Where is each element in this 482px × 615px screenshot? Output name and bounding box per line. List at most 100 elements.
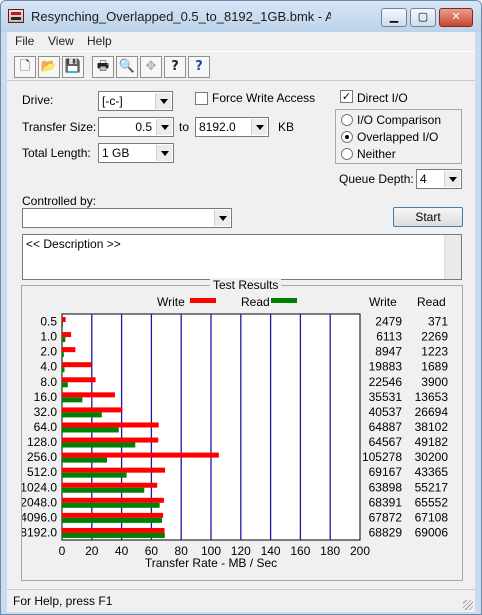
x-tick-label: 40 bbox=[115, 544, 129, 558]
legend-read-label: Read bbox=[241, 295, 270, 309]
write-bar bbox=[62, 332, 72, 338]
force-write-checkbox[interactable] bbox=[195, 92, 208, 105]
transfer-size-from-select[interactable]: 0.5 bbox=[98, 117, 174, 137]
x-tick-label: 180 bbox=[320, 544, 340, 558]
write-value-label: 63898 bbox=[369, 480, 403, 494]
y-tick-label: 4.0 bbox=[40, 360, 57, 374]
write-bar bbox=[62, 512, 164, 518]
controlled-by-dropdown-arrow-icon[interactable] bbox=[214, 210, 230, 226]
io-comparison-radio[interactable] bbox=[341, 114, 353, 126]
legend-write-label: Write bbox=[157, 295, 185, 309]
menu-help[interactable]: Help bbox=[87, 34, 112, 48]
save-icon[interactable]: 💾 bbox=[62, 56, 84, 78]
title-bar[interactable]: Resynching_Overlapped_0.5_to_8192_1GB.bm… bbox=[1, 1, 481, 32]
write-bar bbox=[62, 452, 219, 458]
write-value-label: 69167 bbox=[369, 465, 403, 479]
total-length-select[interactable]: 1 GB bbox=[98, 143, 174, 163]
queue-depth-label: Queue Depth: bbox=[339, 172, 414, 186]
description-text: << Description >> bbox=[26, 237, 121, 251]
read-bar bbox=[62, 412, 102, 418]
atto-app-icon[interactable] bbox=[8, 9, 24, 23]
write-bar bbox=[62, 347, 76, 353]
write-bar bbox=[62, 467, 166, 473]
print-preview-icon[interactable]: 🔍 bbox=[116, 56, 138, 78]
write-value-label: 2479 bbox=[375, 315, 402, 329]
write-bar bbox=[62, 407, 123, 413]
read-bar bbox=[62, 352, 64, 358]
read-value-label: 13653 bbox=[415, 390, 449, 404]
write-bar bbox=[62, 377, 96, 383]
read-bar bbox=[62, 382, 68, 388]
description-box[interactable]: << Description >> bbox=[22, 234, 462, 280]
drive-dropdown-arrow-icon[interactable] bbox=[155, 93, 171, 109]
total-length-label: Total Length: bbox=[22, 146, 91, 160]
x-tick-label: 20 bbox=[85, 544, 99, 558]
description-scrollbar[interactable] bbox=[444, 235, 461, 279]
read-value-label: 43365 bbox=[415, 465, 449, 479]
close-button[interactable]: ✕ bbox=[439, 8, 473, 27]
read-value-label: 2269 bbox=[421, 330, 448, 344]
transfer-to-dropdown-arrow-icon[interactable] bbox=[251, 119, 267, 135]
write-bar bbox=[62, 422, 159, 428]
read-bar bbox=[62, 517, 162, 523]
menu-bar: File View Help bbox=[7, 32, 475, 51]
print-icon[interactable]: 🖶 bbox=[92, 56, 114, 78]
read-value-label: 55217 bbox=[415, 480, 449, 494]
queue-depth-dropdown-arrow-icon[interactable] bbox=[444, 171, 460, 187]
transfer-from-dropdown-arrow-icon[interactable] bbox=[156, 119, 172, 135]
x-tick-label: 0 bbox=[59, 544, 66, 558]
minimize-button[interactable]: ▁ bbox=[381, 8, 407, 27]
neither-radio[interactable] bbox=[341, 148, 353, 160]
y-tick-label: 8.0 bbox=[40, 375, 57, 389]
queue-depth-select[interactable]: 4 bbox=[416, 169, 462, 189]
legend-read-swatch bbox=[271, 298, 297, 303]
overlapped-io-radio[interactable] bbox=[341, 131, 353, 143]
context-help-icon[interactable]: ? bbox=[188, 56, 210, 78]
write-column-header: Write bbox=[369, 295, 397, 309]
transfer-size-to-select[interactable]: 8192.0 bbox=[195, 117, 269, 137]
open-folder-icon[interactable]: 📂 bbox=[38, 56, 60, 78]
controlled-by-select[interactable] bbox=[22, 208, 232, 228]
transfer-size-label: Transfer Size: bbox=[22, 120, 97, 134]
write-bar bbox=[62, 317, 66, 322]
write-bar bbox=[62, 497, 164, 503]
neither-label[interactable]: Neither bbox=[357, 147, 396, 161]
test-results-group: Test Results Write Read Write Read 0 20 40… bbox=[21, 278, 463, 581]
y-tick-label: 1.0 bbox=[40, 330, 57, 344]
drive-label: Drive: bbox=[22, 93, 54, 107]
read-bar bbox=[62, 487, 145, 493]
toolbar: 🗋 📂 💾 🖶 🔍 ✥ ? ? bbox=[7, 51, 475, 81]
write-value-label: 67872 bbox=[369, 510, 403, 524]
write-value-label: 19883 bbox=[369, 360, 403, 374]
y-tick-label: 16.0 bbox=[34, 390, 58, 404]
menu-file[interactable]: File bbox=[15, 34, 34, 48]
controlled-by-label: Controlled by: bbox=[22, 194, 97, 208]
menu-view[interactable]: View bbox=[48, 34, 74, 48]
y-tick-label: 2.0 bbox=[40, 345, 57, 359]
write-value-label: 68391 bbox=[369, 495, 403, 509]
drive-select[interactable]: [-c-] bbox=[98, 91, 173, 111]
total-length-dropdown-arrow-icon[interactable] bbox=[156, 145, 172, 161]
read-bar bbox=[62, 532, 165, 538]
read-bar bbox=[62, 442, 136, 448]
read-value-label: 30200 bbox=[415, 450, 449, 464]
move-icon[interactable]: ✥ bbox=[140, 56, 162, 78]
force-write-label[interactable]: Force Write Access bbox=[212, 91, 315, 105]
io-comparison-label[interactable]: I/O Comparison bbox=[357, 113, 441, 127]
maximize-button[interactable]: ▢ bbox=[410, 8, 436, 27]
overlapped-io-label[interactable]: Overlapped I/O bbox=[357, 130, 438, 144]
main-panel: Drive: [-c-] Force Write Access Transfer… bbox=[7, 81, 475, 589]
start-button[interactable]: Start bbox=[393, 207, 463, 227]
window-title: Resynching_Overlapped_0.5_to_8192_1GB.bm… bbox=[31, 9, 331, 24]
read-value-label: 67108 bbox=[415, 510, 449, 524]
read-value-label: 1689 bbox=[421, 360, 448, 374]
resize-grip-icon[interactable] bbox=[463, 600, 473, 610]
direct-io-checkbox[interactable]: ✓ bbox=[340, 90, 353, 103]
new-file-icon[interactable]: 🗋 bbox=[14, 56, 36, 78]
write-value-label: 8947 bbox=[375, 345, 402, 359]
help-icon[interactable]: ? bbox=[164, 56, 186, 78]
write-bar bbox=[62, 362, 92, 368]
direct-io-label[interactable]: Direct I/O bbox=[357, 91, 408, 105]
x-tick-label: 160 bbox=[290, 544, 310, 558]
write-value-label: 35531 bbox=[369, 390, 403, 404]
